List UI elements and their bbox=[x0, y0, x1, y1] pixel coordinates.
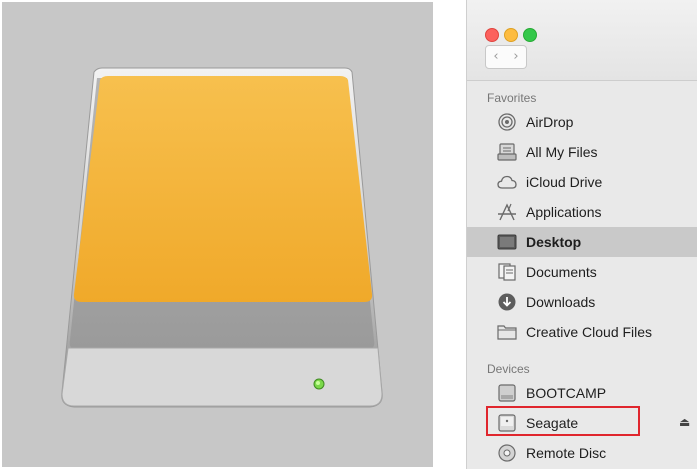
optical-disc-icon bbox=[498, 444, 516, 462]
sidebar-item-label: Creative Cloud Files bbox=[526, 324, 653, 340]
all-my-files-icon bbox=[497, 143, 517, 161]
applications-icon bbox=[498, 203, 516, 221]
seagate-highlight-box bbox=[486, 406, 640, 436]
sidebar-item-documents[interactable]: Documents bbox=[467, 257, 697, 287]
sidebar-item-creative-cloud-files[interactable]: Creative Cloud Files bbox=[467, 317, 697, 347]
sidebar-item-label: Downloads bbox=[526, 294, 596, 310]
sidebar-item-label: AirDrop bbox=[526, 114, 574, 130]
favorites-section-label: Favorites bbox=[487, 91, 537, 105]
zoom-window-button[interactable] bbox=[523, 28, 537, 42]
close-window-button[interactable] bbox=[485, 28, 499, 42]
back-button[interactable]: ‹ bbox=[485, 45, 507, 69]
sidebar-item-label: Remote Disc bbox=[526, 445, 607, 461]
documents-icon bbox=[498, 263, 516, 281]
sidebar-item-desktop[interactable]: Desktop bbox=[467, 227, 697, 257]
title-bar: ‹ › bbox=[467, 0, 697, 81]
disk-icon bbox=[498, 384, 516, 402]
finder-window: ‹ › Favorites AirDrop All My Files iClou… bbox=[466, 0, 697, 469]
eject-icon[interactable]: ⏏ bbox=[679, 415, 690, 429]
sidebar-item-label: Desktop bbox=[526, 234, 582, 250]
sidebar-item-applications[interactable]: Applications bbox=[467, 197, 697, 227]
forward-button[interactable]: › bbox=[506, 45, 527, 69]
sidebar-item-remote-disc[interactable]: Remote Disc bbox=[467, 438, 697, 468]
sidebar-item-label: iCloud Drive bbox=[526, 174, 603, 190]
external-drive-icon bbox=[61, 67, 383, 408]
sidebar-item-airdrop[interactable]: AirDrop bbox=[467, 107, 697, 137]
downloads-icon bbox=[498, 293, 516, 311]
folder-icon bbox=[497, 325, 517, 340]
sidebar-item-label: Applications bbox=[526, 204, 602, 220]
sidebar-item-icloud-drive[interactable]: iCloud Drive bbox=[467, 167, 697, 197]
sidebar-item-bootcamp[interactable]: BOOTCAMP bbox=[467, 378, 697, 408]
sidebar-item-label: BOOTCAMP bbox=[526, 385, 607, 401]
sidebar-item-label: All My Files bbox=[526, 144, 598, 160]
desktop-icon bbox=[497, 234, 517, 250]
airdrop-icon bbox=[498, 113, 516, 131]
sidebar-item-label: Documents bbox=[526, 264, 597, 280]
external-drive-image bbox=[2, 2, 433, 467]
sidebar-item-all-my-files[interactable]: All My Files bbox=[467, 137, 697, 167]
devices-section-label: Devices bbox=[487, 362, 530, 376]
icloud-drive-icon bbox=[497, 175, 517, 189]
sidebar-item-downloads[interactable]: Downloads bbox=[467, 287, 697, 317]
minimize-window-button[interactable] bbox=[504, 28, 518, 42]
